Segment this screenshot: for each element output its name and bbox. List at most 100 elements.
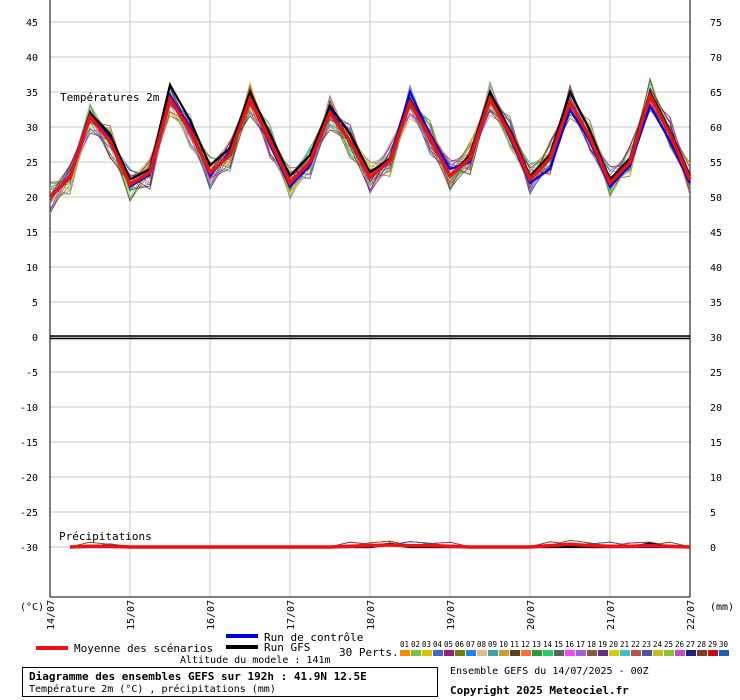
left-tick-label: 25 <box>26 158 38 169</box>
perturbation-swatch <box>631 650 641 656</box>
left-tick-label: 35 <box>26 88 38 99</box>
x-tick-label: 21/07 <box>606 600 617 630</box>
perturbation-swatch <box>422 650 432 656</box>
temperature-section-label: Températures 2m <box>60 91 160 104</box>
ensemble-chart: 45 7540 7035 6530 6025 5520 5015 4510 405 350 30-5… <box>20 0 734 665</box>
perturbation-swatch <box>543 650 553 656</box>
perturbation-number: 13 <box>532 640 541 649</box>
diagram-info-box: Diagramme des ensembles GEFS sur 192h : … <box>22 667 438 697</box>
right-tick-label: 20 <box>710 403 722 414</box>
left-tick-label: 45 <box>26 18 38 29</box>
copyright: Copyright 2025 Meteociel.fr <box>450 684 629 697</box>
perturbation-number: 11 <box>510 640 519 649</box>
right-tick-label: 40 <box>710 263 722 274</box>
perturbation-legend: 01 02 03 04 05 06 07 08 09 10 11 12 13 14 15 16 17 18 19 20… <box>400 640 729 656</box>
right-tick-label: 75 <box>710 18 722 29</box>
x-tick-label: 22/07 <box>686 600 697 630</box>
right-tick-label: 65 <box>710 88 722 99</box>
ensemble-run-label: Ensemble GEFS du 14/07/2025 - 00Z <box>450 666 649 677</box>
perturbation-swatch <box>444 650 454 656</box>
perturbation-swatch <box>620 650 630 656</box>
perturbation-number: 20 <box>609 640 619 649</box>
perturbation-swatch <box>576 650 586 656</box>
perturbation-swatch <box>499 650 509 656</box>
left-tick-label: 20 <box>26 193 38 204</box>
model-altitude: Altitude du modele : 141m <box>180 655 331 665</box>
perturbation-number: 02 <box>411 640 420 649</box>
x-tick-label: 14/07 <box>46 600 57 630</box>
legend-mean-label: Moyenne des scénarios <box>74 642 213 655</box>
right-tick-label: 50 <box>710 193 722 204</box>
left-tick-label: -30 <box>20 543 38 554</box>
perturbation-number: 28 <box>697 640 707 649</box>
legend-gfs-label: Run GFS <box>264 641 310 654</box>
diagram-title: Diagramme des ensembles GEFS sur 192h : … <box>29 670 367 683</box>
perturbation-swatch <box>719 650 729 656</box>
diagram-subtitle: Température 2m (°C) , précipitations (mm… <box>29 684 276 695</box>
perturbation-swatch <box>455 650 465 656</box>
perturbation-number: 15 <box>554 640 563 649</box>
right-tick-label: 70 <box>710 53 722 64</box>
precipitation-section-label: Précipitations <box>59 530 152 543</box>
left-tick-label: 40 <box>26 53 38 64</box>
perturbation-number: 23 <box>642 640 651 649</box>
perturbation-number: 03 <box>422 640 431 649</box>
perturbation-swatch <box>664 650 674 656</box>
right-tick-label: 45 <box>710 228 722 239</box>
perturbation-swatch <box>532 650 542 656</box>
perturbation-number: 05 <box>444 640 453 649</box>
right-tick-label: 55 <box>710 158 722 169</box>
left-axis-unit: (°C) <box>20 602 44 613</box>
perturbation-number: 27 <box>686 640 695 649</box>
right-tick-label: 30 <box>710 333 722 344</box>
left-tick-label: 5 <box>32 298 38 309</box>
perturbation-number: 10 <box>499 640 509 649</box>
x-tick-label: 18/07 <box>366 600 377 630</box>
right-tick-label: 60 <box>710 123 722 134</box>
left-tick-label: 10 <box>26 263 38 274</box>
left-tick-label: 0 <box>32 333 38 344</box>
perturbation-swatch <box>433 650 443 656</box>
perturbation-number: 09 <box>488 640 497 649</box>
perturbation-swatch <box>598 650 608 656</box>
left-tick-label: -10 <box>20 403 38 414</box>
perturbation-number: 07 <box>466 640 475 649</box>
right-axis-unit: (mm) <box>710 602 734 613</box>
perturbation-swatch <box>587 650 597 656</box>
perturbation-swatch <box>554 650 564 656</box>
x-tick-label: 19/07 <box>446 600 457 630</box>
x-tick-label: 20/07 <box>526 600 537 630</box>
perturbation-swatch <box>477 650 487 656</box>
perturbation-number: 24 <box>653 640 663 649</box>
perturbation-swatch <box>642 650 652 656</box>
left-tick-label: -15 <box>20 438 38 449</box>
perturbation-number: 04 <box>433 640 443 649</box>
left-tick-label: 30 <box>26 123 38 134</box>
x-tick-label: 15/07 <box>126 600 137 630</box>
x-tick-label: 17/07 <box>286 600 297 630</box>
perturbation-swatch <box>510 650 520 656</box>
perturbation-number: 08 <box>477 640 487 649</box>
perturbation-number: 14 <box>543 640 553 649</box>
perturbation-number: 16 <box>565 640 575 649</box>
x-tick-label: 16/07 <box>206 600 217 630</box>
right-tick-label: 25 <box>710 368 722 379</box>
perturbation-number: 21 <box>620 640 629 649</box>
perturbation-number: 30 <box>719 640 729 649</box>
right-tick-label: 5 <box>710 508 716 519</box>
perturbation-number: 26 <box>675 640 685 649</box>
perturbation-number: 18 <box>587 640 597 649</box>
perturbation-swatch <box>565 650 575 656</box>
perturbation-number: 29 <box>708 640 717 649</box>
perturbation-swatch <box>411 650 421 656</box>
perturbation-number: 01 <box>400 640 409 649</box>
left-tick-label: -25 <box>20 508 38 519</box>
perturbation-number: 22 <box>631 640 640 649</box>
perturbation-number: 12 <box>521 640 530 649</box>
right-tick-label: 15 <box>710 438 722 449</box>
perturbation-number: 06 <box>455 640 465 649</box>
perturbation-number: 19 <box>598 640 607 649</box>
right-tick-label: 10 <box>710 473 722 484</box>
perturbation-swatch <box>609 650 619 656</box>
legend-perturbations-label: 30 Perts. <box>339 646 399 659</box>
